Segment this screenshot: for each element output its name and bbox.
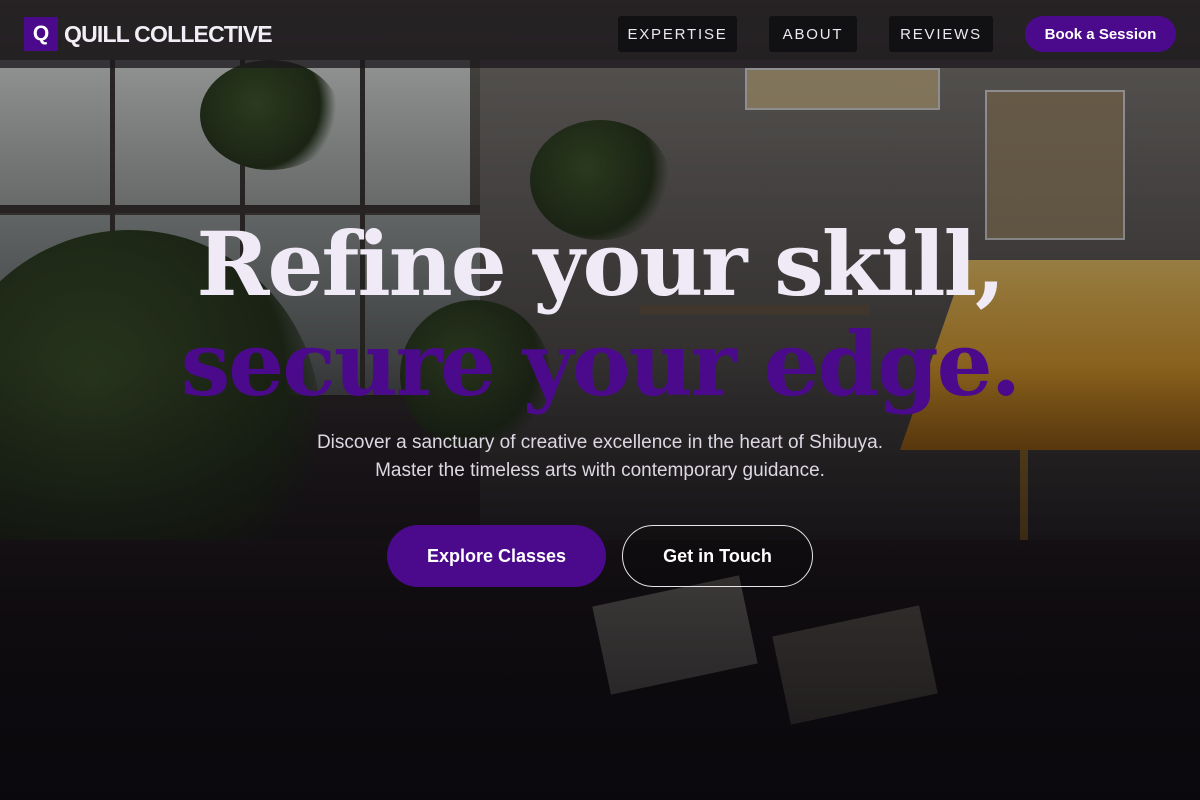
hero-section: Refine your skill, secure your edge. Dis… — [0, 0, 1200, 800]
hero-subtitle-line2: Master the timeless arts with contempora… — [375, 460, 825, 481]
get-in-touch-button[interactable]: Get in Touch — [622, 525, 813, 587]
page: Q QUILL COLLECTIVE EXPERTISE ABOUT REVIE… — [0, 0, 1200, 800]
explore-classes-button[interactable]: Explore Classes — [387, 525, 606, 587]
hero-subtitle-line1: Discover a sanctuary of creative excelle… — [316, 432, 884, 453]
hero-headline-line1: Refine your skill, — [196, 212, 1005, 316]
hero-headline-line2: secure your edge. — [180, 312, 1022, 416]
